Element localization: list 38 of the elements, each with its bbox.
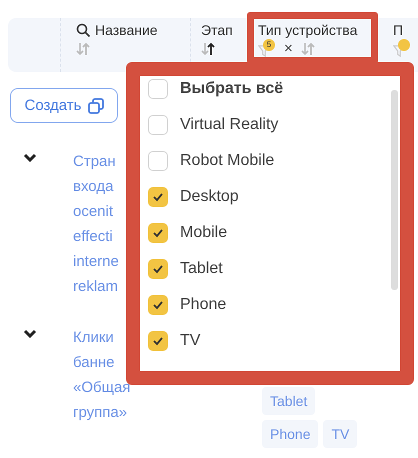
column-header[interactable]: Тип устройства [258,22,358,38]
column-header[interactable]: Этап [201,22,233,38]
option-label[interactable]: Robot Mobile [180,152,274,170]
chevron-down-icon[interactable] [23,153,37,162]
checkbox[interactable] [148,223,168,243]
checkmark-icon [152,192,164,202]
device-tag: Phone [262,420,318,448]
option-label[interactable]: TV [180,332,200,350]
device-tag: TV [323,420,358,448]
option-label[interactable]: Phone [180,296,226,314]
checkmark-icon [152,264,164,274]
option-label[interactable]: Virtual Reality [180,116,278,134]
option-label[interactable]: Tablet [180,260,223,278]
filter-count-badge: 5 [263,39,275,51]
create-button[interactable]: Создать [10,88,118,123]
checkbox[interactable] [148,115,168,135]
clear-filter-button[interactable]: × [284,40,293,57]
column-header[interactable]: П [393,22,404,38]
option-label[interactable]: Desktop [180,188,239,206]
filter-count-badge [398,39,410,51]
device-tag: Tablet [262,387,316,415]
search-icon[interactable] [76,22,91,38]
checkmark-icon [152,336,164,346]
option-label[interactable]: Mobile [180,224,228,242]
checkbox[interactable] [148,331,168,351]
column-header[interactable]: Название [95,22,158,38]
checkbox[interactable] [148,187,168,207]
checkbox[interactable] [148,259,168,279]
copy-icon [88,98,104,114]
checkmark-icon [152,228,164,238]
checkbox[interactable] [148,151,168,171]
checkbox[interactable] [148,295,168,315]
checkbox[interactable] [148,79,168,99]
sort-icon[interactable] [201,42,215,56]
checkmark-icon [152,300,164,310]
chevron-down-icon[interactable] [23,329,37,338]
scrollbar[interactable] [391,90,398,290]
option-label[interactable]: Выбрать всё [180,80,284,98]
